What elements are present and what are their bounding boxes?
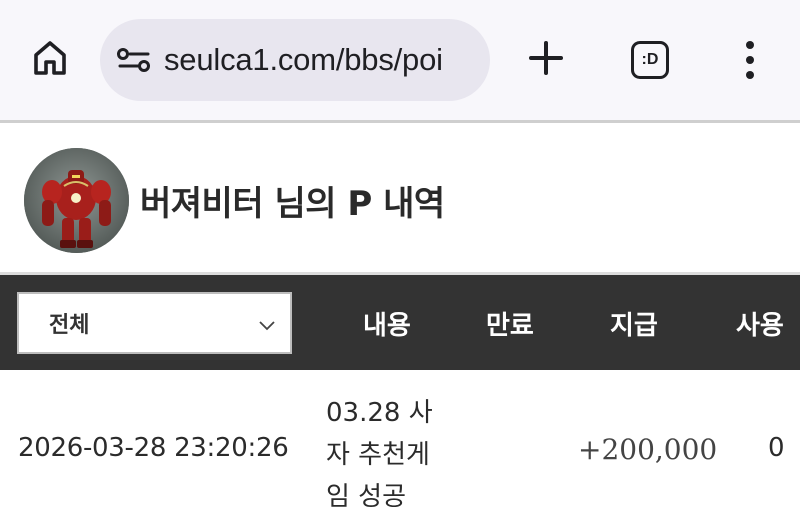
more-vert-icon [746, 71, 754, 79]
table-header: 전체 내용 만료 지급 사용 [0, 275, 800, 370]
site-settings-icon[interactable] [116, 42, 152, 78]
more-menu-button[interactable] [730, 36, 770, 84]
more-vert-icon [746, 56, 754, 64]
row-content: 03.28 사자 추천게임 성공 [326, 398, 433, 512]
tab-switcher-icon: :D [631, 41, 669, 79]
avatar [24, 148, 129, 253]
toolbar-divider [0, 120, 800, 123]
row-use: 0 [768, 433, 785, 463]
avatar-robot-image [24, 148, 129, 253]
home-icon [31, 39, 69, 81]
tab-switcher-button[interactable]: :D [628, 38, 672, 82]
home-button[interactable] [28, 38, 72, 82]
address-bar[interactable]: seulca1.com/bbs/poi [100, 19, 490, 101]
url-text[interactable]: seulca1.com/bbs/poi [164, 42, 443, 78]
filter-selected-value: 전체 [49, 313, 90, 338]
filter-select[interactable]: 전체 [17, 292, 292, 354]
column-header-content: 내용 [363, 311, 411, 341]
column-header-use: 사용 [736, 311, 784, 341]
plus-icon [528, 40, 564, 80]
column-header-grant: 지급 [610, 311, 658, 341]
tab-switcher-label: :D [641, 51, 659, 68]
more-vert-icon [746, 41, 754, 49]
row-date: 2026-03-28 23:20:26 [18, 433, 289, 463]
new-tab-button[interactable] [522, 36, 570, 84]
page-title: 버져비터 님의 P 내역 [140, 184, 445, 224]
chevron-down-icon [258, 316, 276, 334]
column-header-expire: 만료 [486, 311, 534, 341]
row-grant: +200,000 [578, 433, 718, 466]
browser-toolbar: seulca1.com/bbs/poi :D [0, 0, 800, 120]
